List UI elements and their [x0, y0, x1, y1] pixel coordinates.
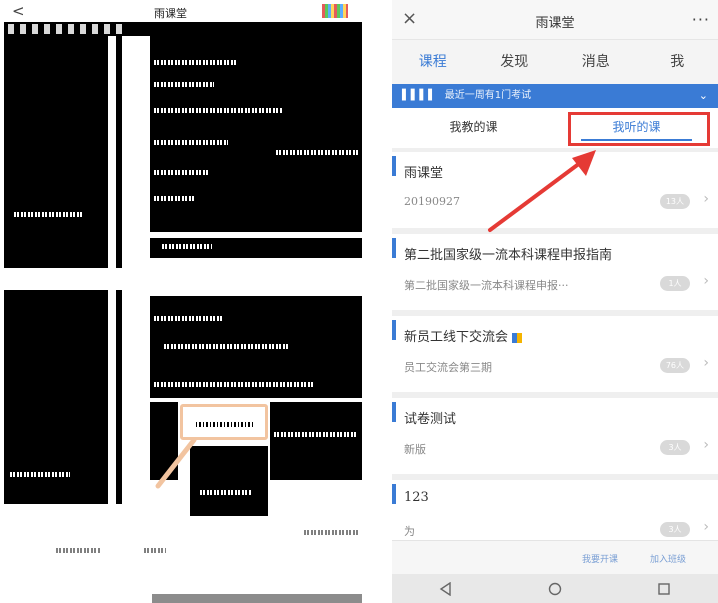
left-noise-text: [144, 548, 166, 553]
member-count-badge: 1人: [660, 276, 690, 291]
back-button[interactable]: <: [12, 2, 25, 20]
left-arrow-icon: [155, 437, 197, 489]
app-logo-icon: [322, 4, 348, 18]
left-block: [270, 402, 362, 480]
chevron-right-icon: ›: [703, 191, 709, 207]
chevron-right-icon: ›: [703, 273, 709, 289]
left-block: [116, 36, 122, 268]
grid-icon: [512, 332, 523, 343]
left-block: [116, 290, 122, 504]
join-class-button[interactable]: 加入班级: [650, 552, 686, 565]
course-title: 123: [404, 490, 429, 505]
member-count-badge: 76人: [659, 358, 690, 373]
main-nav: 课程 发现 消息 我: [392, 40, 718, 84]
left-noise-text: [154, 82, 214, 87]
chevron-right-icon: ›: [703, 519, 709, 535]
left-noise-text: [154, 108, 282, 113]
bottom-actions: 我要开课 加入班级: [392, 540, 718, 574]
course-subtitle: 20190927: [404, 195, 460, 208]
accent-bar: [392, 238, 396, 258]
left-noise-text: [154, 170, 208, 175]
system-nav-bar: [392, 574, 718, 603]
tab-discover[interactable]: 发现: [474, 40, 556, 84]
left-noise-text: [274, 432, 358, 437]
left-noise-text: [56, 548, 100, 553]
left-noise-text: [14, 212, 84, 217]
course-title: 第二批国家级一流本科课程申报指南: [404, 248, 613, 263]
recents-square-icon[interactable]: [634, 574, 694, 603]
course-title: 新员工线下交流会: [404, 330, 509, 345]
course-subtitle: 员工交流会第三期: [404, 361, 492, 374]
create-class-button[interactable]: 我要开课: [582, 552, 618, 565]
list-bars-icon: ▌▌▌▌: [402, 90, 437, 101]
home-circle-icon[interactable]: [525, 574, 585, 603]
chevron-right-icon: ›: [703, 355, 709, 371]
exam-notice-text: 最近一周有1门考试: [444, 90, 532, 101]
member-count-badge: 13人: [659, 194, 690, 209]
back-triangle-icon[interactable]: [416, 574, 476, 603]
chevron-right-icon: ›: [703, 437, 709, 453]
accent-bar: [392, 156, 396, 176]
page-title: 雨课堂: [535, 16, 575, 31]
left-noise-text: [304, 530, 360, 535]
member-count-badge: 3人: [660, 440, 690, 455]
right-phone-screenshot: × 雨课堂 ··· 课程 发现 消息 我 ▌▌▌▌ 最近一周有1门考试 ⌄ 我教的…: [392, 0, 718, 603]
callout-highlight-box: [568, 112, 710, 146]
exam-notice-banner[interactable]: ▌▌▌▌ 最近一周有1门考试 ⌄: [392, 84, 718, 108]
more-icon[interactable]: ···: [692, 10, 710, 29]
left-noise-text: [200, 490, 252, 495]
left-noise-text: [10, 472, 70, 477]
member-count-badge: 3人: [660, 522, 690, 537]
left-noise-text: [154, 196, 194, 201]
left-noise-text: [154, 60, 238, 65]
app-header: × 雨课堂 ···: [392, 0, 718, 40]
course-title-wrap: 新员工线下交流会: [404, 326, 523, 345]
tab-me[interactable]: 我: [637, 40, 718, 84]
list-item[interactable]: 第二批国家级一流本科课程申报指南 第二批国家级一流本科课程申报··· 1人 ›: [392, 234, 718, 310]
course-subtitle: 第二批国家级一流本科课程申报···: [404, 279, 569, 292]
accent-bar: [392, 320, 396, 340]
left-scrollbar[interactable]: [152, 594, 362, 603]
left-phone-screenshot: < 雨课堂: [4, 0, 362, 603]
left-header: < 雨课堂: [4, 0, 362, 22]
chevron-down-icon[interactable]: ⌄: [699, 84, 708, 108]
tab-messages[interactable]: 消息: [555, 40, 637, 84]
left-noise-text: [154, 382, 314, 387]
left-noise-text: [162, 244, 212, 249]
left-noise-text: [154, 140, 228, 145]
course-title: 雨课堂: [404, 166, 444, 181]
left-block: [4, 36, 108, 268]
left-tab-strip-noise: [8, 24, 128, 34]
accent-bar: [392, 484, 396, 504]
left-title: 雨课堂: [154, 7, 187, 20]
red-arrow-icon: [488, 150, 596, 232]
course-subtitle: 为: [404, 525, 415, 538]
tab-courses[interactable]: 课程: [392, 40, 474, 84]
left-noise-text: [154, 316, 224, 321]
left-block: [150, 36, 362, 232]
course-subtitle: 新版: [404, 443, 426, 456]
accent-bar: [392, 402, 396, 422]
left-gap: [4, 272, 362, 290]
course-title: 试卷测试: [404, 412, 457, 427]
tab-teaching-courses[interactable]: 我教的课: [392, 108, 555, 148]
list-item[interactable]: 新员工线下交流会 员工交流会第三期 76人 ›: [392, 316, 718, 392]
left-noise-text: [164, 344, 288, 349]
list-item[interactable]: 试卷测试 新版 3人 ›: [392, 398, 718, 474]
left-noise-text: [276, 150, 358, 155]
left-block: [4, 460, 78, 494]
